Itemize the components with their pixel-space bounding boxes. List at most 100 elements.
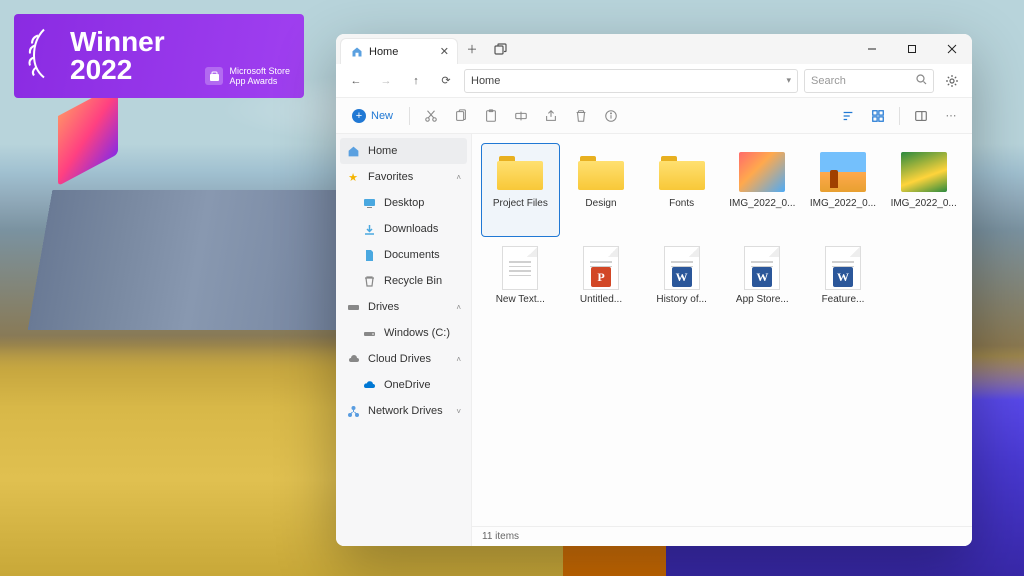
file-grid[interactable]: Project Files Design Fonts IMG_2022_0... IMG… bbox=[472, 134, 972, 526]
text-file-icon bbox=[502, 246, 538, 290]
sidebar-network[interactable]: Network Drives ˅ bbox=[336, 398, 471, 424]
cloud-icon bbox=[346, 352, 360, 366]
sidebar-item-desktop[interactable]: Desktop bbox=[336, 190, 471, 216]
cut-button[interactable] bbox=[418, 103, 444, 129]
navigation-toolbar: ← → ↑ ⟳ Home ▾ Search bbox=[336, 64, 972, 98]
laurel-icon bbox=[28, 26, 60, 87]
close-window-button[interactable] bbox=[932, 34, 972, 64]
file-item[interactable]: PUntitled... bbox=[563, 240, 640, 332]
paste-button[interactable] bbox=[478, 103, 504, 129]
close-tab-icon[interactable]: ✕ bbox=[440, 45, 449, 58]
sidebar-favorites[interactable]: ★Favorites ˄ bbox=[336, 164, 471, 190]
sidebar-item-drive[interactable]: Windows (C:) bbox=[336, 320, 471, 346]
sidebar-cloud[interactable]: Cloud Drives ˄ bbox=[336, 346, 471, 372]
word-file-icon: W bbox=[664, 246, 700, 290]
network-icon bbox=[346, 404, 360, 418]
sidebar-item-recycle-bin[interactable]: Recycle Bin bbox=[336, 268, 471, 294]
disk-icon bbox=[362, 326, 376, 340]
badge-sub1: Microsoft Store bbox=[229, 66, 290, 76]
drive-icon bbox=[346, 300, 360, 314]
back-button[interactable]: ← bbox=[344, 69, 368, 93]
award-badge: Winner 2022 Microsoft Store App Awards bbox=[14, 14, 304, 98]
sidebar-item-downloads[interactable]: Downloads bbox=[336, 216, 471, 242]
file-label: New Text... bbox=[496, 294, 545, 305]
layout-button[interactable] bbox=[865, 103, 891, 129]
sidebar-drives[interactable]: Drives ˄ bbox=[336, 294, 471, 320]
file-item[interactable]: New Text... bbox=[482, 240, 559, 332]
titlebar[interactable]: Home ✕ ＋ bbox=[336, 34, 972, 64]
search-input[interactable]: Search bbox=[804, 69, 934, 93]
folder-icon bbox=[659, 154, 705, 190]
chevron-up-icon[interactable]: ˄ bbox=[456, 173, 461, 182]
sidebar: Home ★Favorites ˄ DesktopDownloadsDocume… bbox=[336, 134, 472, 546]
sidebar-item-onedrive[interactable]: OneDrive bbox=[336, 372, 471, 398]
word-file-icon: W bbox=[825, 246, 861, 290]
tab-label: Home bbox=[369, 46, 398, 58]
onedrive-icon bbox=[362, 378, 376, 392]
more-button[interactable]: ⋯ bbox=[938, 103, 964, 129]
badge-year: 2022 bbox=[70, 56, 132, 84]
file-item[interactable]: W Feature... bbox=[805, 240, 882, 332]
file-item[interactable]: Project Files bbox=[482, 144, 559, 236]
tab-overview-button[interactable] bbox=[486, 34, 514, 64]
recycle bin-icon bbox=[362, 274, 376, 288]
chevron-down-icon[interactable]: ˅ bbox=[456, 407, 461, 416]
rename-button[interactable] bbox=[508, 103, 534, 129]
file-label: App Store... bbox=[736, 294, 789, 305]
chevron-down-icon[interactable]: ▾ bbox=[786, 75, 791, 86]
file-item[interactable]: Design bbox=[563, 144, 640, 236]
plus-icon: + bbox=[352, 109, 366, 123]
chevron-up-icon[interactable]: ˄ bbox=[456, 355, 461, 364]
forward-button[interactable]: → bbox=[374, 69, 398, 93]
home-icon bbox=[351, 46, 363, 58]
file-label: History of... bbox=[656, 294, 707, 305]
sort-button[interactable] bbox=[835, 103, 861, 129]
file-item[interactable]: IMG_2022_0... bbox=[805, 144, 882, 236]
word-file-icon: W bbox=[744, 246, 780, 290]
action-toolbar: + New ⋯ bbox=[336, 98, 972, 134]
image-thumbnail bbox=[901, 152, 947, 192]
store-icon bbox=[205, 67, 223, 85]
documents-icon bbox=[362, 248, 376, 262]
share-button[interactable] bbox=[538, 103, 564, 129]
refresh-button[interactable]: ⟳ bbox=[434, 69, 458, 93]
folder-icon bbox=[578, 154, 624, 190]
file-item[interactable]: IMG_2022_0... bbox=[885, 144, 962, 236]
search-icon bbox=[916, 74, 927, 88]
new-button[interactable]: + New bbox=[344, 103, 401, 129]
delete-button[interactable] bbox=[568, 103, 594, 129]
minimize-button[interactable] bbox=[852, 34, 892, 64]
folder-icon bbox=[497, 154, 543, 190]
file-item[interactable]: Fonts bbox=[643, 144, 720, 236]
file-label: Design bbox=[585, 198, 616, 209]
file-label: Fonts bbox=[669, 198, 694, 209]
file-label: Project Files bbox=[493, 198, 548, 209]
file-item[interactable]: W History of... bbox=[643, 240, 720, 332]
sidebar-item-documents[interactable]: Documents bbox=[336, 242, 471, 268]
file-item[interactable]: IMG_2022_0... bbox=[724, 144, 801, 236]
up-button[interactable]: ↑ bbox=[404, 69, 428, 93]
new-button-label: New bbox=[371, 110, 393, 122]
chevron-up-icon[interactable]: ˄ bbox=[456, 303, 461, 312]
sidebar-home[interactable]: Home bbox=[340, 138, 467, 164]
file-item[interactable]: W App Store... bbox=[724, 240, 801, 332]
file-label: IMG_2022_0... bbox=[891, 198, 957, 209]
path-input[interactable]: Home ▾ bbox=[464, 69, 798, 93]
tab-home[interactable]: Home ✕ bbox=[340, 38, 458, 64]
status-text: 11 items bbox=[482, 531, 519, 542]
search-placeholder: Search bbox=[811, 75, 846, 87]
properties-button[interactable] bbox=[598, 103, 624, 129]
image-thumbnail bbox=[739, 152, 785, 192]
powerpoint-file-icon: P bbox=[583, 246, 619, 290]
statusbar: 11 items bbox=[472, 526, 972, 546]
settings-button[interactable] bbox=[940, 69, 964, 93]
preview-pane-button[interactable] bbox=[908, 103, 934, 129]
maximize-button[interactable] bbox=[892, 34, 932, 64]
file-label: IMG_2022_0... bbox=[729, 198, 795, 209]
copy-button[interactable] bbox=[448, 103, 474, 129]
file-label: Feature... bbox=[822, 294, 865, 305]
badge-title: Winner bbox=[70, 28, 284, 56]
downloads-icon bbox=[362, 222, 376, 236]
new-tab-button[interactable]: ＋ bbox=[458, 34, 486, 64]
path-text: Home bbox=[471, 75, 500, 87]
